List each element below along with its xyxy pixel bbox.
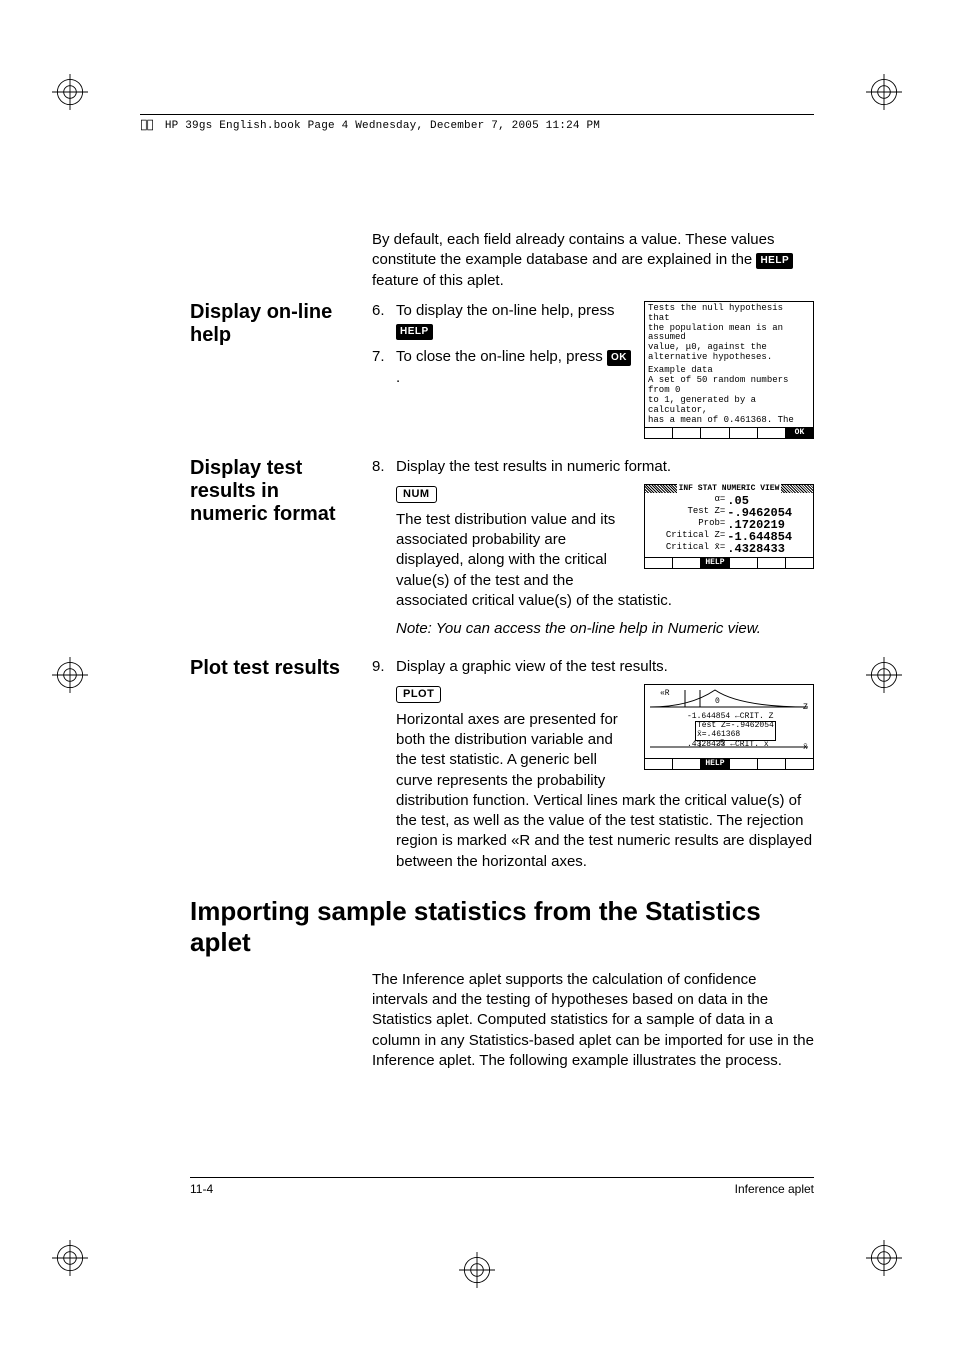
reject-symbol: «R xyxy=(511,832,530,849)
help-keycap: HELP xyxy=(396,324,433,340)
calc-screen-numeric: INF STAT NUMERIC VIEW α=.05 Test Z=-.946… xyxy=(644,484,814,570)
step9-text: Display a graphic view of the test resul… xyxy=(396,658,668,675)
ok-keycap: OK xyxy=(607,350,631,366)
screen1-l7: to 1, generated by a calculator, xyxy=(648,396,810,416)
reg-mark-icon xyxy=(866,657,902,693)
section-numeric-label: Display test results in numeric format xyxy=(190,457,360,526)
s2-r5b: .4328433 xyxy=(727,543,810,555)
step6-text: To display the on-line help, press xyxy=(396,302,614,319)
step7-tail: . xyxy=(396,369,400,386)
screen2-title: INF STAT NUMERIC VIEW xyxy=(677,484,782,493)
numeric-note: Note: You can access the on-line help in… xyxy=(396,620,761,637)
intro-tail: feature of this aplet. xyxy=(372,272,504,289)
import-paragraph: The Inference aplet supports the calcula… xyxy=(372,970,814,1071)
screen1-ok: OK xyxy=(786,428,813,438)
footer-page-num: 11-4 xyxy=(190,1182,213,1196)
step7-text: To close the on-line help, press xyxy=(396,348,607,365)
reg-mark-icon xyxy=(52,74,88,110)
s3-l1: -1.644854 ←CRIT. Z xyxy=(687,713,807,722)
svg-text:Z: Z xyxy=(803,703,808,712)
s2-r5a: Critical x̄= xyxy=(648,543,725,555)
header-text: HP 39gs English.book Page 4 Wednesday, D… xyxy=(165,120,600,132)
reg-mark-icon xyxy=(866,74,902,110)
page-footer: 11-4 Inference aplet xyxy=(190,1177,814,1196)
screen1-l8: has a mean of 0.461368. The xyxy=(648,416,810,426)
num-keycap: NUM xyxy=(396,486,437,503)
footer-aplet-name: Inference aplet xyxy=(735,1182,814,1196)
section-plot-label: Plot test results xyxy=(190,657,360,680)
s3-l3: x̄=.461368 xyxy=(697,731,774,740)
screen2-help: HELP xyxy=(701,558,729,568)
help-keycap: HELP xyxy=(756,253,793,269)
step8-text: Display the test results in numeric form… xyxy=(396,458,671,475)
svg-text:0: 0 xyxy=(715,697,720,706)
reg-mark-icon xyxy=(52,657,88,693)
intro-text: By default, each field already contains … xyxy=(372,231,774,268)
section-help-label: Display on-line help xyxy=(190,301,360,347)
reg-mark-icon xyxy=(52,1240,88,1276)
intro-paragraph: By default, each field already contains … xyxy=(372,230,814,291)
s3-l4: .4328433 ←CRIT. x̄ xyxy=(687,741,807,750)
svg-text:«R: «R xyxy=(660,689,670,698)
calc-screen-plot: «R 0 Z .5 x̄ -1.644854 ←CRIT. Z Test Z=-… xyxy=(644,684,814,770)
reg-mark-icon xyxy=(459,1252,495,1288)
page-header: HP 39gs English.book Page 4 Wednesday, D… xyxy=(140,114,814,132)
reg-mark-icon xyxy=(866,1240,902,1276)
importing-heading: Importing sample statistics from the Sta… xyxy=(190,896,814,958)
screen3-help: HELP xyxy=(701,759,729,769)
plot-keycap: PLOT xyxy=(396,686,441,703)
book-icon xyxy=(140,118,154,132)
